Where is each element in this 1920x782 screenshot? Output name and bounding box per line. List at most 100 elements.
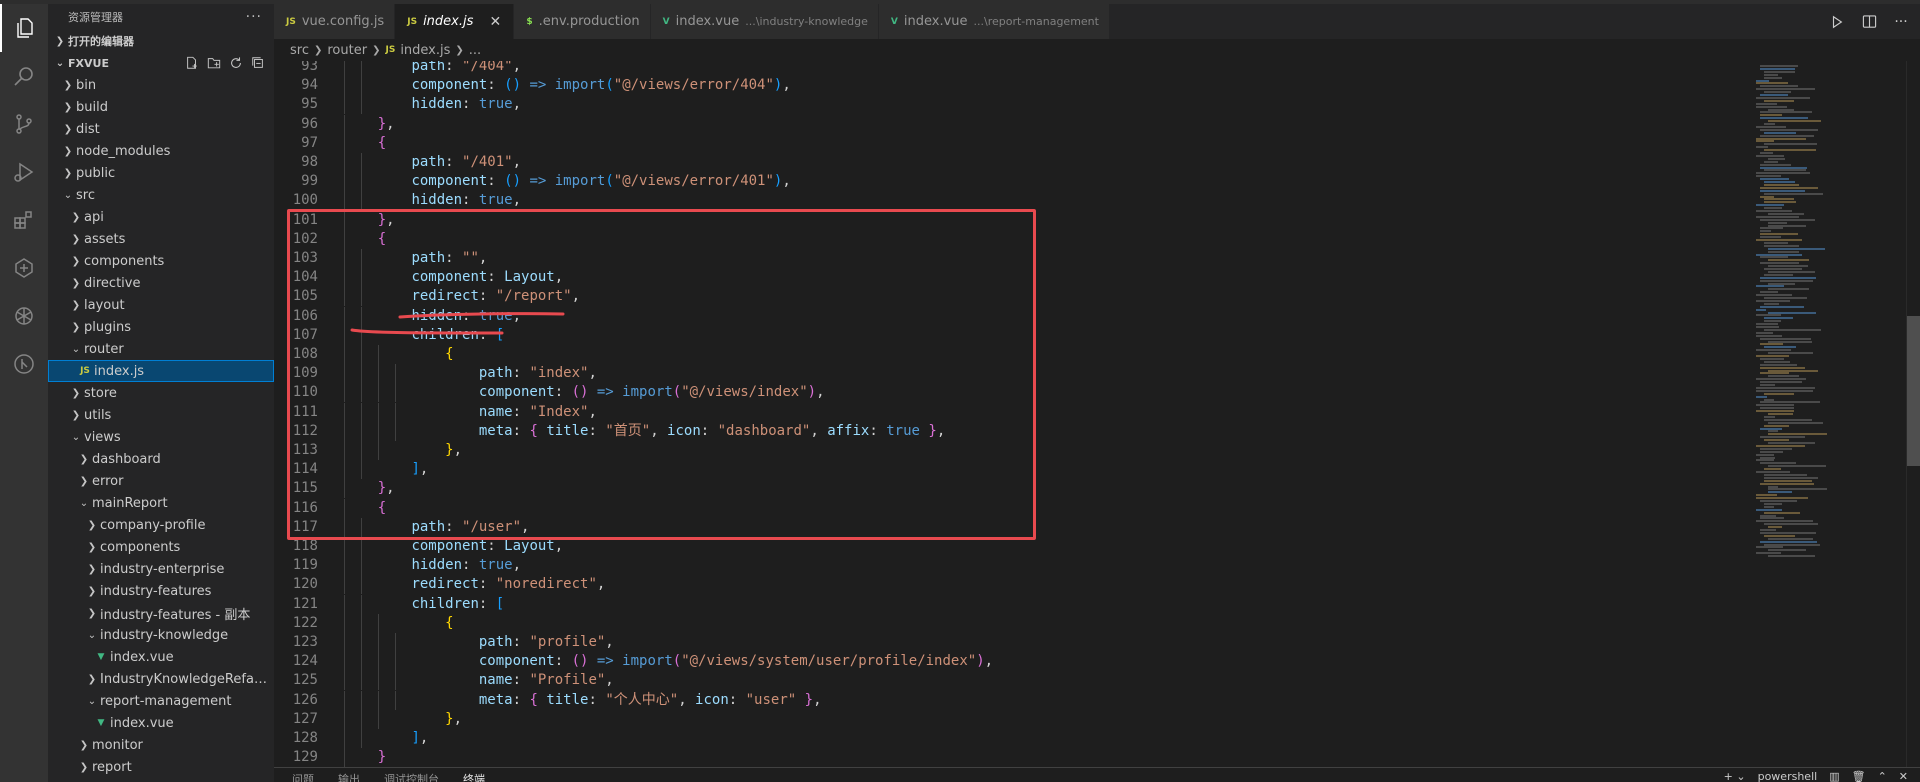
editor-tab[interactable]: Vindex.vue ...\industry-knowledge <box>650 4 879 39</box>
minimap-line <box>1768 555 1815 558</box>
tree-folder[interactable]: ⌄ views <box>48 426 274 448</box>
more-actions-icon[interactable]: ··· <box>1892 13 1910 31</box>
tree-folder[interactable]: ❯ bin <box>48 74 274 96</box>
code-editor[interactable]: 93 path: "/404", 94 component: () => impo… <box>274 61 1920 767</box>
minimap[interactable] <box>1754 61 1894 767</box>
tree-folder[interactable]: ❯ components <box>48 250 274 272</box>
code-line: 94 component: () => import("@/views/erro… <box>274 76 1714 96</box>
breadcrumb-item-router[interactable]: router <box>327 43 367 58</box>
editor-tab[interactable]: JS index.js ✕ <box>395 4 515 39</box>
extensions-icon[interactable] <box>0 196 48 244</box>
breadcrumb-item-symbol[interactable]: ... <box>469 43 481 58</box>
tree-folder[interactable]: ❯ assets <box>48 228 274 250</box>
minimap-line <box>1756 172 1811 175</box>
scrollbar-thumb[interactable] <box>1907 316 1920 466</box>
code-token: true <box>478 557 513 574</box>
bug-icon[interactable] <box>0 244 48 292</box>
git-graph-icon[interactable] <box>0 340 48 388</box>
tree-folder[interactable]: ❯ monitor <box>48 734 274 756</box>
tree-folder[interactable]: ❯ build <box>48 96 274 118</box>
tree-folder[interactable]: ❯ error <box>48 470 274 492</box>
new-folder-icon[interactable] <box>206 55 222 71</box>
code-token: "" <box>462 250 479 266</box>
tree-folder[interactable]: ❯ plugins <box>48 316 274 338</box>
tree-folder[interactable]: ❯ industry-features - 副本 <box>48 602 274 624</box>
tree-folder[interactable]: ❯ public <box>48 162 274 184</box>
indent-guide <box>360 556 362 576</box>
minimap-line <box>1768 549 1807 552</box>
tab-problems[interactable]: 问题 <box>292 768 314 782</box>
collapse-all-icon[interactable] <box>250 55 266 71</box>
tab-debug-console[interactable]: 调试控制台 <box>384 768 439 782</box>
tree-folder[interactable]: ❯ directive <box>48 272 274 294</box>
tree-folder[interactable]: ❯ node_modules <box>48 140 274 162</box>
close-icon[interactable]: ✕ <box>487 14 503 30</box>
tree-folder[interactable]: ❯ company-profile <box>48 514 274 536</box>
code-token: , <box>936 422 946 439</box>
tree-folder[interactable]: ❯ industry-features <box>48 580 274 602</box>
new-file-icon[interactable] <box>184 55 200 71</box>
line-number: 125 <box>292 672 318 689</box>
tree-folder[interactable]: ❯ store <box>48 382 274 404</box>
minimap-line <box>1756 299 1791 302</box>
tree-folder[interactable]: ❯ layout <box>48 294 274 316</box>
tree-item-label: index.vue <box>110 649 174 665</box>
tree-folder[interactable]: ❯ api <box>48 206 274 228</box>
refresh-icon[interactable] <box>228 55 244 71</box>
tree-folder[interactable]: ⌄ router <box>48 338 274 360</box>
minimap-line <box>1756 355 1789 357</box>
explorer-icon[interactable] <box>0 4 48 52</box>
indent-guide <box>360 421 362 441</box>
split-editor-icon[interactable] <box>1860 13 1878 31</box>
tree-folder[interactable]: ❯ dashboard <box>48 448 274 470</box>
breadcrumb-item-file[interactable]: index.js <box>400 43 450 58</box>
tree-folder[interactable]: ❯ components <box>48 536 274 558</box>
minimap-line <box>1764 73 1778 76</box>
tree-folder[interactable]: ❯ report <box>48 756 274 778</box>
tree-file[interactable]: ▼ index.vue <box>48 712 274 734</box>
editor-tab[interactable]: $ .env.production <box>514 4 651 39</box>
split-terminal-icon[interactable]: ▥ <box>1829 770 1839 782</box>
trash-icon[interactable]: 🗑 <box>1852 770 1866 782</box>
close-icon[interactable]: ✕ <box>1899 770 1908 782</box>
minimap-line <box>1756 140 1774 143</box>
openai-icon[interactable] <box>0 292 48 340</box>
tree-folder[interactable]: ⌄ report-management <box>48 690 274 712</box>
line-number: 97 <box>301 134 318 151</box>
tree-folder[interactable]: ❯ dist <box>48 118 274 140</box>
code-line: 95 hidden: true, <box>274 95 1714 115</box>
run-icon[interactable] <box>1828 13 1846 31</box>
chevron-up-icon[interactable]: ⌃ <box>1878 770 1887 782</box>
indent-guide <box>377 364 379 384</box>
vue-file-icon: V <box>890 16 898 27</box>
minimap-line <box>1764 543 1821 546</box>
tree-folder[interactable]: ⌄ mainReport <box>48 492 274 514</box>
project-section[interactable]: ⌄ FXVUE <box>48 52 274 74</box>
tree-folder[interactable]: ❯ utils <box>48 404 274 426</box>
editor-tab[interactable]: JS vue.config.js <box>274 4 396 39</box>
more-actions-icon[interactable]: ··· <box>246 9 262 25</box>
open-editors-section[interactable]: ❯ 打开的编辑器 <box>48 30 274 52</box>
run-debug-icon[interactable] <box>0 148 48 196</box>
vue-file-icon: ▼ <box>97 652 105 662</box>
tab-output[interactable]: 输出 <box>338 768 360 782</box>
terminal-name[interactable]: powershell <box>1758 770 1818 782</box>
tree-folder[interactable]: ❯ industry-enterprise <box>48 558 274 580</box>
minimap-line <box>1764 523 1818 526</box>
tab-terminal[interactable]: 终端 <box>463 768 485 782</box>
tree-folder[interactable]: ❯ IndustryKnowledgeRefacto... <box>48 668 274 690</box>
chevron-down-icon: ⌄ <box>55 57 65 69</box>
add-terminal-icon[interactable]: + ⌄ <box>1724 770 1746 782</box>
tree-file[interactable]: JS index.js <box>48 360 274 382</box>
tree-folder[interactable]: ⌄ src <box>48 184 274 206</box>
code-token: , <box>596 576 606 593</box>
editor-tab[interactable]: Vindex.vue ...\report-management <box>878 4 1110 39</box>
indent-guide <box>377 690 379 710</box>
search-icon[interactable] <box>0 52 48 100</box>
breadcrumb-item-src[interactable]: src <box>290 43 309 58</box>
tree-folder[interactable]: ⌄ industry-knowledge <box>48 624 274 646</box>
source-control-icon[interactable] <box>0 100 48 148</box>
tree-file[interactable]: ▼ index.vue <box>48 646 274 668</box>
code-token: : <box>478 576 496 593</box>
